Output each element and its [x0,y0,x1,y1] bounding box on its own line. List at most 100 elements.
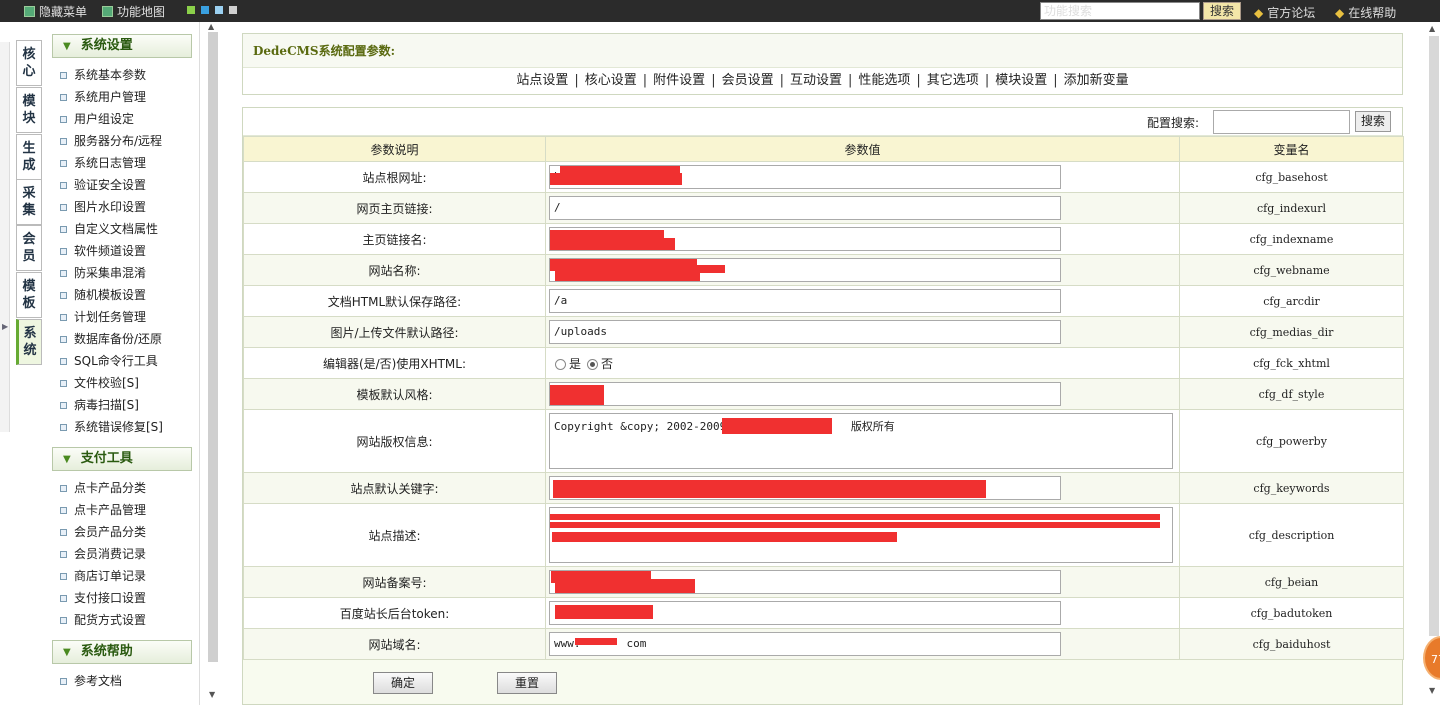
param-textarea[interactable]: Copyright &copy; 2002-2009. 版权所有 [549,413,1173,469]
param-textarea[interactable] [549,507,1173,563]
sidebar-item[interactable]: 图片水印设置 [60,199,146,215]
param-input[interactable]: /uploads [549,320,1061,344]
tab-collect[interactable]: 采集 [16,179,42,225]
main-scrollbar[interactable]: ▲ ▼ [1427,22,1440,705]
param-value-cell: /uploads [545,316,1180,348]
config-tab[interactable]: 模块设置 [995,68,1047,94]
param-input[interactable]: www. com [549,632,1061,656]
param-input[interactable] [549,227,1061,251]
sidebar-item[interactable]: SQL命令行工具 [60,353,158,369]
theme-gray-swatch[interactable] [229,6,237,14]
tab-core[interactable]: 核心 [16,40,42,86]
reset-button[interactable]: 重置 [497,672,557,694]
tab-module[interactable]: 模块 [16,87,42,133]
sidebar-item[interactable]: 参考文档 [60,673,122,689]
param-var-name: cfg_basehost [1179,161,1404,193]
sidebar-item[interactable]: 配货方式设置 [60,612,146,628]
sidebar-item[interactable]: 病毒扫描[S] [60,397,139,413]
sidebar-item[interactable]: 数据库备份/还原 [60,331,162,347]
scroll-down-icon[interactable]: ▼ [1429,686,1435,695]
radio-yes[interactable] [555,358,566,370]
config-tab[interactable]: 站点设置 [516,68,568,94]
sidebar-item[interactable]: 点卡产品分类 [60,480,146,496]
config-search-input[interactable] [1213,110,1350,134]
color-theme-switcher[interactable] [187,6,239,14]
config-tab[interactable]: 互动设置 [790,68,842,94]
function-search-input[interactable]: 功能搜索 [1040,2,1200,20]
sidebar-item[interactable]: 系统基本参数 [60,67,146,83]
param-input[interactable]: / [549,196,1061,220]
sidebar-item[interactable]: 验证安全设置 [60,177,146,193]
param-value-cell [545,503,1180,567]
sidebar-item[interactable]: 计划任务管理 [60,309,146,325]
config-tab[interactable]: 其它选项 [927,68,979,94]
sidebar-scrollbar[interactable]: ▲ ▼ [205,22,221,705]
tab-member[interactable]: 会员 [16,225,42,271]
sidebar-section-header[interactable]: ▼ 支付工具 [52,447,192,471]
sidebar-item[interactable]: 用户组设定 [60,111,134,127]
param-input[interactable]: h [549,165,1061,189]
sidebar-item[interactable]: 自定义文档属性 [60,221,158,237]
sidebar-item[interactable]: 商店订单记录 [60,568,146,584]
tab-system[interactable]: 系统 [16,319,42,365]
scroll-up-icon[interactable]: ▲ [208,22,214,31]
tab-separator: | [642,73,648,88]
config-tab[interactable]: 添加新变量 [1064,68,1129,94]
config-tab[interactable]: 核心设置 [585,68,637,94]
tab-char: 系 [23,326,37,341]
param-input[interactable] [549,382,1061,406]
config-tab[interactable]: 附件设置 [653,68,705,94]
config-header-panel: DedeCMS系统配置参数: 站点设置 | 核心设置 | 附件设置 | 会员设置 | 互动设置 |… [242,33,1403,95]
sidebar-item[interactable]: 系统用户管理 [60,89,146,105]
param-value-cell: Copyright &copy; 2002-2009. 版权所有 [545,409,1180,473]
param-var-name: cfg_beian [1179,566,1404,598]
sidebar-item[interactable]: 软件频道设置 [60,243,146,259]
table-row: 模板默认风格: cfg_df_style [243,378,1404,410]
param-input[interactable] [549,476,1061,500]
scroll-down-icon[interactable]: ▼ [209,690,215,699]
theme-blue-swatch[interactable] [201,6,209,14]
config-search-button[interactable]: 搜索 [1355,111,1391,132]
sidebar-item[interactable]: 随机模板设置 [60,287,146,303]
collapse-strip[interactable] [0,42,10,432]
config-tab[interactable]: 性能选项 [858,68,910,94]
tab-generate[interactable]: 生成 [16,134,42,180]
sidebar-item[interactable]: 服务器分布/远程 [60,133,162,149]
sidebar-item[interactable]: 防采集串混淆 [60,265,146,281]
scroll-up-icon[interactable]: ▲ [1429,24,1435,33]
col-header-value: 参数值 [545,136,1180,162]
sidebar-section-header[interactable]: ▼ 系统帮助 [52,640,192,664]
theme-green-swatch[interactable] [187,6,195,14]
confirm-button[interactable]: 确定 [373,672,433,694]
param-input[interactable] [549,570,1061,594]
table-row: 网站版权信息: Copyright &copy; 2002-2009. 版权所有 cf… [243,409,1404,473]
param-input[interactable]: /a [549,289,1061,313]
hide-menu-link[interactable]: 隐藏菜单 [24,3,87,20]
sidebar-item[interactable]: 系统日志管理 [60,155,146,171]
table-row: 站点描述: cfg_description [243,503,1404,567]
sidebar-item[interactable]: 会员产品分类 [60,524,146,540]
sidebar-item[interactable]: 系统错误修复[S] [60,419,163,435]
sidebar-item[interactable]: 支付接口设置 [60,590,146,606]
sidebar-item[interactable]: 点卡产品管理 [60,502,146,518]
tab-template[interactable]: 模板 [16,272,42,318]
param-var-name: cfg_fck_xhtml [1179,347,1404,379]
sidebar-section-header[interactable]: ▼ 系统设置 [52,34,192,58]
sidebar-item[interactable]: 文件校验[S] [60,375,139,391]
param-input[interactable] [549,258,1061,282]
redaction-block [550,514,1160,520]
redaction-block [550,238,675,250]
function-search-button[interactable]: 搜索 [1203,2,1241,20]
sidebar-item[interactable]: 会员消费记录 [60,546,146,562]
forum-link[interactable]: ◆ 官方论坛 [1254,4,1315,21]
col-header-var: 变量名 [1179,136,1404,162]
help-link[interactable]: ◆ 在线帮助 [1335,4,1396,21]
scrollbar-thumb[interactable] [208,32,218,662]
theme-lightblue-swatch[interactable] [215,6,223,14]
scrollbar-thumb[interactable] [1429,36,1439,636]
radio-no[interactable] [587,358,599,370]
function-map-link[interactable]: 功能地图 [102,3,165,20]
param-input[interactable] [549,601,1061,625]
config-tab[interactable]: 会员设置 [722,68,774,94]
expand-arrow-icon[interactable]: ▶ [2,322,8,331]
